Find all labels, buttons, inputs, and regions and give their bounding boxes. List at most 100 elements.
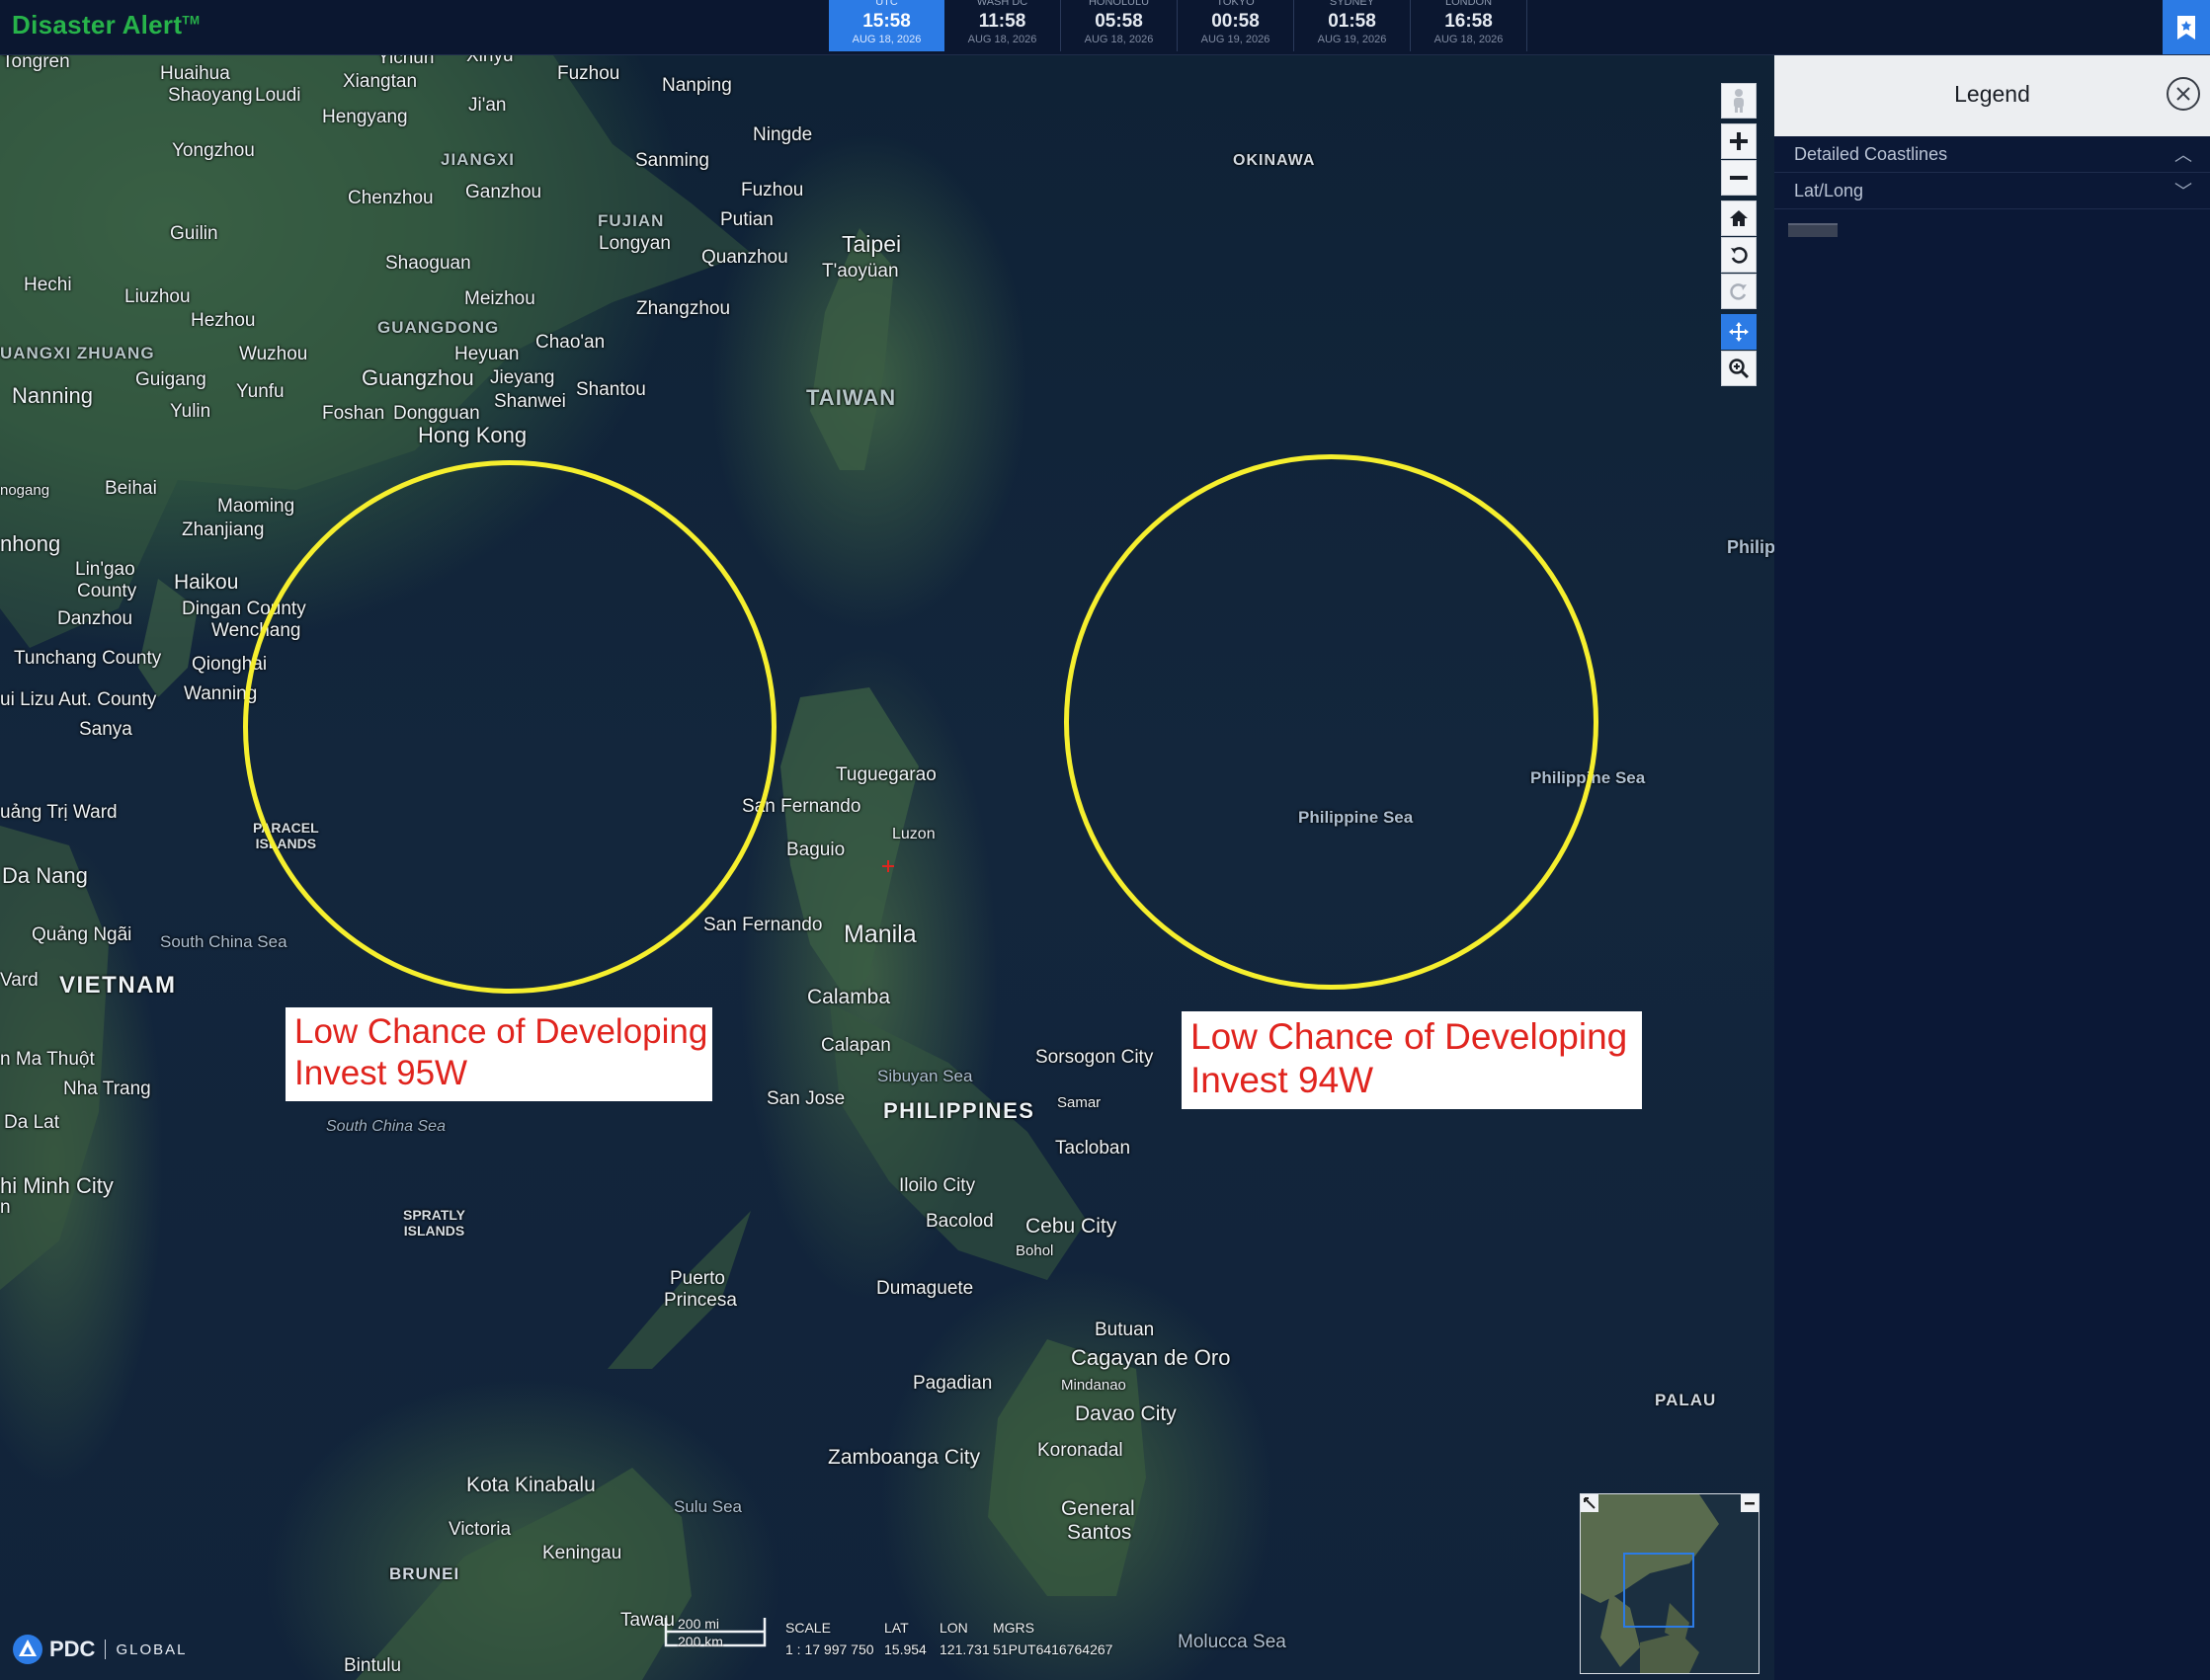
place-label: Dumaguete: [876, 1278, 974, 1299]
scale-value: 1 : 17 997 750: [785, 1641, 874, 1657]
place-label: Yongzhou: [172, 140, 255, 161]
expand-icon: [1584, 1497, 1596, 1509]
region-label: FUJIAN: [598, 211, 665, 230]
place-label: hi Minh City: [0, 1173, 114, 1198]
place-label: Cagayan de Oro: [1071, 1345, 1231, 1370]
home-icon: [1730, 210, 1748, 226]
rotate-right-button[interactable]: [1721, 274, 1757, 309]
place-label: Tuguegarao: [836, 764, 937, 785]
place-label: Shaoyang: [168, 85, 253, 106]
clock-wash-dc[interactable]: WASH DC 11:58 AUG 18, 2026: [944, 0, 1061, 51]
overview-expand-button[interactable]: [1581, 1494, 1598, 1512]
place-label: Bohol: [1016, 1242, 1054, 1259]
invest-94w-circle: [1064, 454, 1598, 990]
place-label: Tongren: [2, 55, 70, 72]
place-label: Hechi: [24, 275, 72, 295]
place-label: Bacolod: [926, 1211, 994, 1232]
app-title[interactable]: Disaster AlertTM: [12, 10, 200, 40]
place-label: Foshan: [322, 403, 385, 424]
place-label: T'aoyüan: [822, 261, 899, 281]
map-toolbar: [1721, 83, 1757, 387]
place-label: Keningau: [542, 1543, 622, 1563]
place-label: Dongguan: [393, 403, 480, 424]
mgrs-value: 51PUT6416764267: [993, 1641, 1113, 1657]
logo-divider: [105, 1640, 107, 1659]
place-label: Shantou: [576, 379, 646, 400]
place-label: Tacloban: [1055, 1138, 1131, 1159]
place-label: Philip: [1727, 537, 1774, 557]
lon-label: LON: [940, 1620, 968, 1636]
place-label: Chenzhou: [348, 188, 434, 208]
region-label: UANGXI ZHUANG: [0, 344, 155, 362]
map-view[interactable]: Tongren Huaihua Yichun Xinyu Xiangtan Fu…: [0, 55, 1774, 1680]
location-marker: [882, 860, 894, 872]
place-label: Heyuan: [454, 344, 520, 364]
sea-label: Sulu Sea: [674, 1497, 742, 1516]
place-label: n Ma Thuột: [0, 1049, 95, 1070]
annotation-invest-95w: Low Chance of Developing Invest 95W: [286, 1007, 712, 1101]
pdc-logo[interactable]: PDC GLOBAL: [12, 1634, 187, 1665]
place-label: Iloilo City: [899, 1175, 976, 1196]
overview-land: [1581, 1494, 1759, 1673]
place-label: n: [0, 1197, 11, 1218]
place-label: Maoming: [217, 496, 295, 517]
place-label: Wuzhou: [239, 344, 308, 364]
region-label: PALAU: [1655, 1391, 1717, 1409]
islands-label: SPRATLY ISLANDS: [403, 1207, 466, 1239]
scale-bar: 200 mi 200 km: [664, 1616, 769, 1651]
clock-honolulu[interactable]: HONOLULU 05:58 AUG 18, 2026: [1061, 0, 1178, 51]
place-label: Haikou: [174, 571, 239, 594]
clock-tokyo[interactable]: TOKYO 00:58 AUG 19, 2026: [1178, 0, 1294, 51]
place-label: Mindanao: [1061, 1377, 1126, 1394]
place-label: Yulin: [170, 401, 211, 422]
minus-icon: [1745, 1502, 1755, 1505]
place-label: Guigang: [135, 369, 206, 390]
place-label: Putian: [720, 209, 774, 230]
place-label: Kota Kinabalu: [466, 1474, 596, 1496]
place-label: Zhanjiang: [182, 520, 265, 540]
clock-utc[interactable]: UTC 15:58 AUG 18, 2026: [829, 0, 944, 51]
pegman-button[interactable]: [1721, 83, 1757, 119]
overview-map[interactable]: [1580, 1493, 1760, 1674]
place-label: Vard: [0, 970, 39, 991]
region-label: OKINAWA: [1233, 152, 1316, 169]
place-label: Nanning: [12, 383, 93, 408]
home-button[interactable]: [1721, 200, 1757, 236]
place-label: Xiangtan: [343, 71, 418, 92]
zoom-out-button[interactable]: [1721, 160, 1757, 196]
overview-collapse-button[interactable]: [1741, 1494, 1759, 1512]
legend-swatch: [1788, 223, 1838, 237]
place-label: Taipei: [842, 231, 902, 257]
bookmark-button[interactable]: [2163, 0, 2210, 54]
clock-sydney[interactable]: SYDNEY 01:58 AUG 19, 2026: [1294, 0, 1411, 51]
place-label: Nanping: [662, 75, 732, 96]
zoom-box-button[interactable]: [1721, 351, 1757, 386]
pdc-logo-icon: [13, 1635, 42, 1664]
place-label: Danzhou: [57, 608, 133, 629]
pan-button[interactable]: [1721, 314, 1757, 350]
region-label: BRUNEI: [389, 1564, 460, 1583]
zoom-in-button[interactable]: [1721, 123, 1757, 159]
legend-header: Legend: [1774, 55, 2210, 136]
place-label: Davao City: [1075, 1402, 1177, 1425]
place-label: Yichun: [377, 55, 435, 68]
place-label: Jieyang: [490, 367, 555, 388]
legend-close-button[interactable]: [2167, 77, 2200, 111]
place-label: County: [77, 581, 137, 601]
place-label: Shaoguan: [385, 253, 471, 274]
place-label: Koronadal: [1037, 1440, 1123, 1461]
place-label: Pagadian: [913, 1373, 993, 1394]
legend-row-lat-long[interactable]: Lat/Long ﹀: [1774, 173, 2210, 209]
place-label: Samar: [1057, 1094, 1102, 1111]
pdc-brand: PDC: [49, 1637, 96, 1661]
rotate-left-button[interactable]: [1721, 237, 1757, 273]
legend-row-detailed-coastlines[interactable]: Detailed Coastlines ︿: [1774, 136, 2210, 173]
place-label: Ganzhou: [465, 182, 542, 202]
place-label: Fuzhou: [741, 180, 804, 200]
place-label: Yunfu: [236, 381, 285, 402]
country-label: PHILIPPINES: [883, 1098, 1035, 1123]
place-label: Santos: [1067, 1521, 1132, 1544]
close-icon: [2176, 87, 2190, 101]
clock-london[interactable]: LONDON 16:58 AUG 18, 2026: [1411, 0, 1527, 51]
chevron-up-icon: ︿: [2174, 145, 2192, 165]
